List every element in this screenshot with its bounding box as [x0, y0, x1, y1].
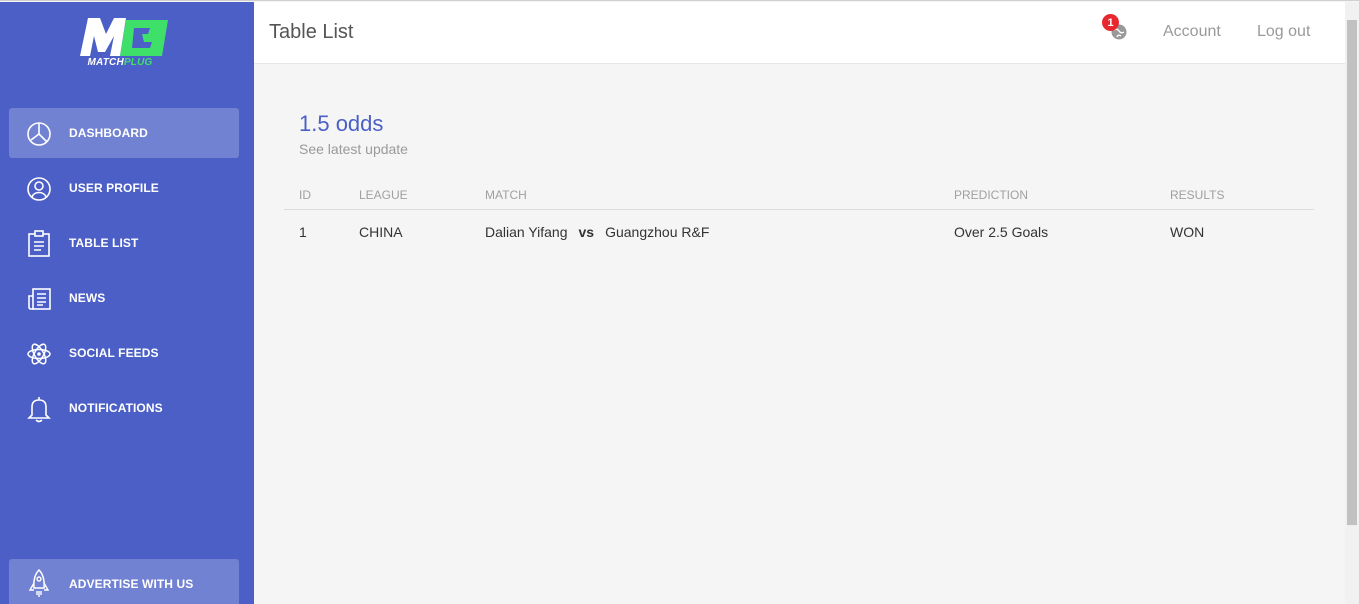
card-title: 1.5 odds — [299, 111, 384, 136]
sidebar-item-label: SOCIAL FEEDS — [69, 346, 159, 360]
sidebar-item-user-profile[interactable]: USER PROFILE — [9, 163, 239, 213]
home-team: Dalian Yifang — [485, 224, 568, 240]
notification-badge: 1 — [1102, 14, 1119, 31]
user-icon — [25, 175, 53, 203]
logo-wordmark: MATCHPLUG — [87, 57, 153, 68]
advertise-label: ADVERTISE WITH US — [69, 577, 194, 591]
page-title: Table List — [269, 21, 354, 43]
sidebar-item-dashboard[interactable]: DASHBOARD — [9, 108, 239, 158]
cell-league: CHINA — [359, 224, 403, 240]
predictions-table: ID LEAGUE MATCH PREDICTION RESULTS 1 CHI… — [284, 181, 1314, 254]
rocket-icon — [25, 568, 53, 597]
cell-result: WON — [1170, 224, 1205, 240]
bell-icon — [25, 395, 53, 423]
column-header-id: ID — [299, 188, 311, 202]
column-header-match: MATCH — [485, 188, 527, 202]
logout-link[interactable]: Log out — [1257, 23, 1310, 41]
away-team: Guangzhou R&F — [605, 224, 710, 240]
sidebar-item-label: TABLE LIST — [69, 236, 139, 250]
cell-prediction: Over 2.5 Goals — [954, 224, 1049, 240]
advertise-button[interactable]: ADVERTISE WITH US — [9, 559, 239, 604]
sidebar-item-notifications[interactable]: NOTIFICATIONS — [9, 383, 239, 433]
sidebar-item-label: NOTIFICATIONS — [69, 401, 163, 415]
column-header-results: RESULTS — [1170, 188, 1225, 202]
sidebar-item-social-feeds[interactable]: SOCIAL FEEDS — [9, 328, 239, 378]
sidebar-item-label: DASHBOARD — [69, 126, 148, 140]
atom-icon — [25, 340, 53, 368]
table-header: ID LEAGUE MATCH PREDICTION RESULTS — [284, 181, 1314, 210]
cell-id: 1 — [299, 224, 307, 240]
sidebar: MATCHPLUG DASHBOARD USER PROFILE TABLE L… — [0, 2, 254, 604]
matchplug-logo[interactable]: MATCHPLUG — [78, 16, 170, 72]
column-header-prediction: PREDICTION — [954, 188, 1029, 202]
page-scrollbar[interactable] — [1345, 2, 1359, 604]
sidebar-item-label: USER PROFILE — [69, 181, 159, 195]
sidebar-item-label: NEWS — [69, 291, 106, 305]
scrollbar-thumb[interactable] — [1347, 20, 1357, 525]
account-link[interactable]: Account — [1163, 23, 1221, 41]
table-row: 1 CHINA Dalian Yifang vs Guangzhou R&F Ove… — [284, 210, 1314, 254]
vs-label: vs — [578, 224, 595, 240]
logo-mark-icon — [80, 18, 168, 56]
cell-match: Dalian Yifang vs Guangzhou R&F — [485, 224, 709, 240]
card-subtitle: See latest update — [299, 141, 408, 157]
pie-chart-icon — [25, 120, 53, 148]
notifications-button[interactable]: 1 — [1102, 14, 1132, 44]
column-header-league: LEAGUE — [359, 188, 408, 202]
sidebar-item-table-list[interactable]: TABLE LIST — [9, 218, 239, 268]
top-navbar: Table List 1 Account Log out — [254, 2, 1345, 64]
sidebar-item-news[interactable]: NEWS — [9, 273, 239, 323]
newspaper-icon — [25, 285, 53, 313]
clipboard-icon — [25, 230, 53, 258]
sidebar-nav: DASHBOARD USER PROFILE TABLE LIST NEWS S… — [9, 108, 239, 438]
